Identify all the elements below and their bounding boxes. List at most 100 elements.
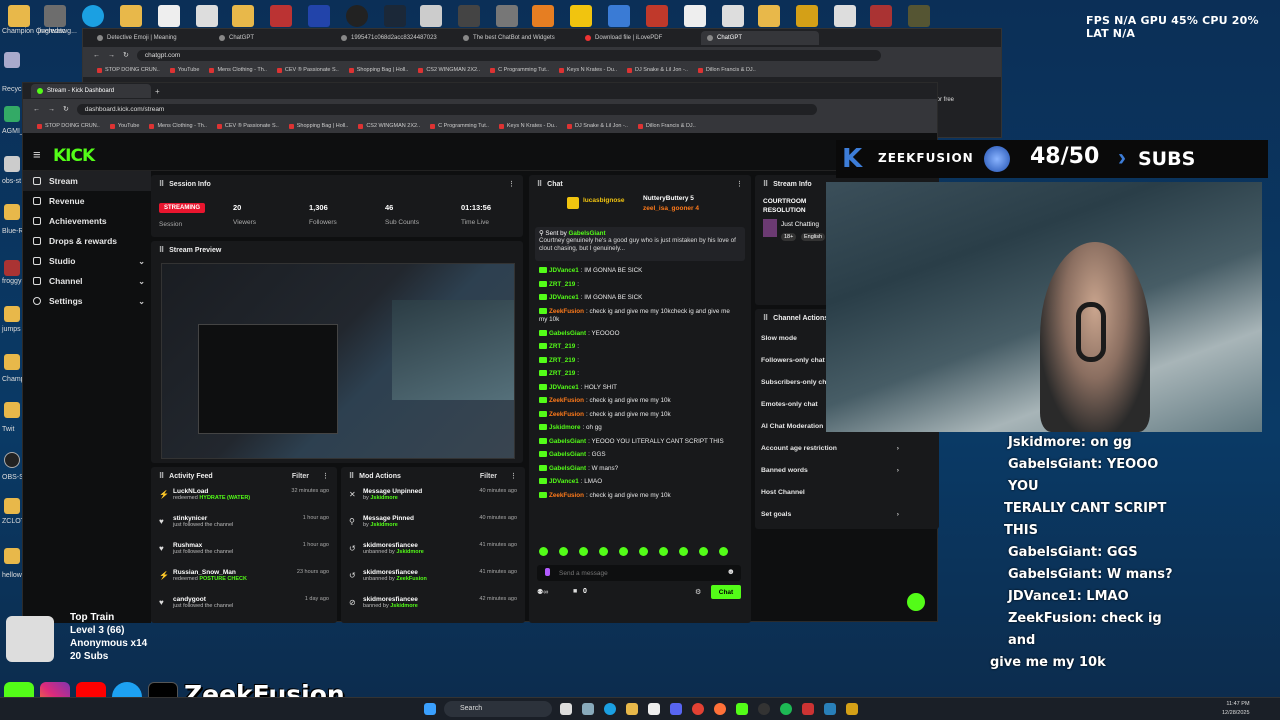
reload-icon[interactable]: ↻ (63, 105, 69, 113)
drag-handle-icon[interactable]: ⠿ (159, 180, 164, 188)
menu-icon[interactable]: ≡ (33, 147, 41, 162)
store-icon[interactable] (648, 703, 660, 715)
sidebar-item-stream[interactable]: Stream (23, 171, 151, 191)
emote-icon[interactable] (559, 547, 568, 556)
kick-logo[interactable]: KICK (53, 146, 95, 166)
chat-message[interactable]: JDVance1: IM GONNA BE SICK (531, 267, 747, 276)
chat-username[interactable]: Jskidmore (549, 424, 581, 431)
app-icon[interactable] (582, 703, 594, 715)
bookmark[interactable]: Dillon Francis & DJ.. (697, 67, 756, 73)
chat-username[interactable]: JDVance1 (549, 384, 579, 391)
folder-icon[interactable] (4, 204, 20, 220)
chat-username[interactable]: GabelsGiant (549, 465, 586, 472)
app-icon[interactable] (570, 5, 592, 27)
app-icon[interactable] (308, 5, 330, 27)
app-icon[interactable] (846, 703, 858, 715)
app-icon[interactable] (908, 5, 930, 27)
app-icon[interactable] (4, 260, 20, 276)
chat-message[interactable]: ZeekFusion: check ig and give me my 10k (531, 492, 747, 501)
reload-icon[interactable]: ↻ (123, 51, 129, 59)
chat-username[interactable]: GabelsGiant (549, 451, 586, 458)
browser-tab-active[interactable]: Stream - Kick Dashboard (31, 84, 151, 98)
drag-handle-icon[interactable]: ⠿ (159, 472, 164, 480)
file-icon[interactable] (646, 5, 668, 27)
activity-row[interactable]: ⚡ Russian_Snow_Man redeemed POSTURE CHECK 2… (151, 566, 337, 593)
app-icon[interactable] (670, 703, 682, 715)
bookmark[interactable]: CS2 WINGMAN 2X2.. (358, 123, 420, 129)
more-icon[interactable]: ⋮ (322, 472, 329, 480)
steam-icon[interactable] (384, 5, 406, 27)
help-button[interactable] (905, 591, 927, 613)
folder-icon[interactable] (4, 498, 20, 514)
folder-icon[interactable] (4, 354, 20, 370)
sidebar-item-settings[interactable]: Settings ⌄ (23, 291, 151, 311)
folder-icon[interactable] (4, 306, 20, 322)
java-icon[interactable] (722, 5, 744, 27)
sidebar-item-achievements[interactable]: Achievements (23, 211, 151, 231)
browser-tab[interactable]: The best ChatBot and Widgets (457, 31, 575, 45)
bookmark[interactable]: CEV ® Passionate S.. (216, 123, 279, 129)
app-icon[interactable] (824, 703, 836, 715)
app-icon[interactable] (44, 5, 66, 27)
url-input[interactable]: dashboard.kick.com/stream (76, 103, 817, 115)
chat-message[interactable]: ZeekFusion: check ig and give me my 10k (531, 411, 747, 420)
browser-tab-active[interactable]: ChatGPT (701, 31, 819, 45)
url-input[interactable]: chatgpt.com (136, 49, 881, 61)
chat-message[interactable]: Jskidmore: oh gg (531, 424, 747, 433)
app-icon[interactable] (458, 5, 480, 27)
browser-tab[interactable]: Detective Emoji | Meaning (91, 31, 209, 45)
chat-message[interactable]: GabelsGiant: GGS (531, 451, 747, 460)
file-icon[interactable] (420, 5, 442, 27)
edge-icon[interactable] (82, 5, 104, 27)
drag-handle-icon[interactable]: ⠿ (349, 472, 354, 480)
filter-button[interactable]: Filter (292, 473, 309, 480)
java-icon[interactable] (834, 5, 856, 27)
taskview-icon[interactable] (560, 703, 572, 715)
more-icon[interactable]: ⋮ (736, 180, 743, 188)
chat-username[interactable]: GabelsGiant (549, 330, 586, 337)
media-icon[interactable] (158, 5, 180, 27)
chat-message[interactable]: ZRT_219: (531, 370, 747, 379)
mod-row[interactable]: ⚲ Message Pinned by Jskidmore 40 minutes ag… (341, 512, 525, 539)
emote-icon[interactable] (539, 547, 548, 556)
bookmark[interactable]: STOP DOING CRUN.. (97, 67, 160, 73)
bookmark[interactable]: DJ Snake & Lil Jon -.. (567, 123, 628, 129)
back-icon[interactable]: ← (33, 106, 40, 113)
app-icon[interactable] (870, 5, 892, 27)
forward-icon[interactable]: → (108, 52, 115, 59)
mic-icon[interactable] (545, 568, 550, 576)
bookmark[interactable]: Dillon Francis & DJ.. (637, 123, 696, 129)
chat-message[interactable]: JDVance1: IM GONNA BE SICK (531, 294, 747, 303)
settings-icon[interactable]: ⚙ (695, 588, 701, 596)
mod-row[interactable]: ↺ skidmoresfiancee unbanned by ZeekFusion 4… (341, 566, 525, 593)
bookmark[interactable]: Shopping Bag | Holl.. (288, 123, 348, 129)
chat-message[interactable]: ZRT_219: (531, 357, 747, 366)
chat-message[interactable]: ZRT_219: (531, 343, 747, 352)
spotify-icon[interactable] (780, 703, 792, 715)
folder-icon[interactable] (120, 5, 142, 27)
chat-username[interactable]: ZeekFusion (549, 397, 584, 404)
users-icon[interactable]: ⚉∞ (537, 588, 548, 596)
folder-icon[interactable] (4, 402, 20, 418)
chat-username[interactable]: GabelsGiant (549, 438, 586, 445)
sidebar-item-channel[interactable]: Channel ⌄ (23, 271, 151, 291)
chrome-icon[interactable] (692, 703, 704, 715)
emote-icon[interactable] (699, 547, 708, 556)
sidebar-item-revenue[interactable]: Revenue (23, 191, 151, 211)
chat-username[interactable]: ZRT_219 (549, 357, 575, 364)
host-channel-button[interactable]: Host Channel (755, 481, 939, 503)
bookmark[interactable]: STOP DOING CRUN.. (37, 123, 100, 129)
chat-username[interactable]: ZRT_219 (549, 343, 575, 350)
chat-username[interactable]: ZeekFusion (549, 492, 584, 499)
drag-handle-icon[interactable]: ⠿ (763, 180, 768, 188)
new-tab-icon[interactable]: + (155, 87, 160, 96)
chat-message[interactable]: GabelsGiant: YEOOO YOU LITERALLY CANT SC… (531, 438, 747, 447)
sidebar-item-studio[interactable]: Studio ⌄ (23, 251, 151, 271)
mod-row[interactable]: ⊘ skidmoresfiancee banned by Jskidmore 42 m… (341, 593, 525, 620)
forward-icon[interactable]: → (48, 106, 55, 113)
folder-icon[interactable] (232, 5, 254, 27)
gift-icon[interactable]: ■ (573, 588, 577, 595)
bookmark[interactable]: Shopping Bag | Holl.. (348, 67, 408, 73)
activity-row[interactable]: ♥ candygoot just followed the channel 1 day… (151, 593, 337, 620)
chat-username[interactable]: JDVance1 (549, 478, 579, 485)
